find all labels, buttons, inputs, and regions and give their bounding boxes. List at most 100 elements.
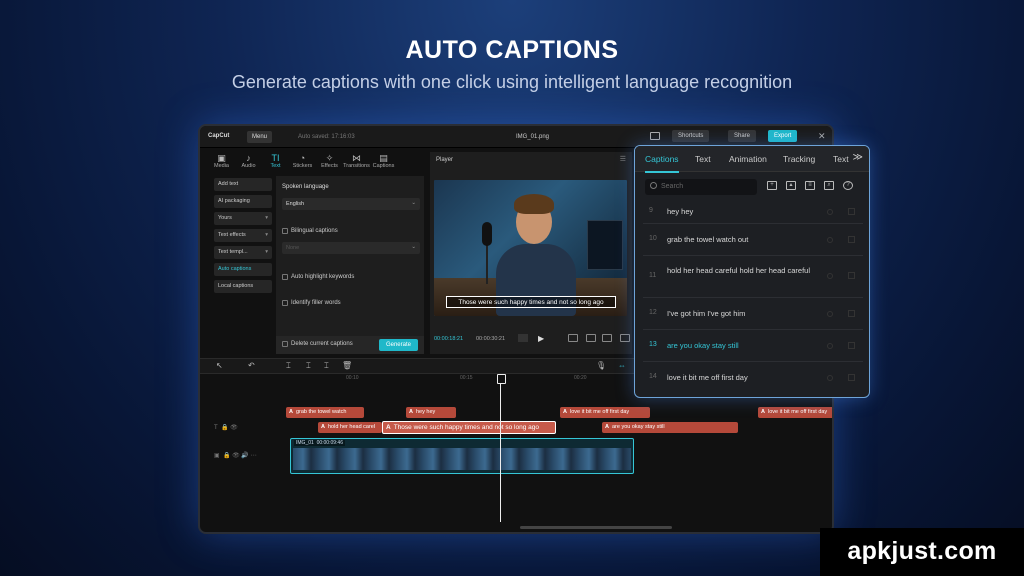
circle-icon[interactable] [827,237,833,243]
settings-footer: Delete current captions Generate [276,336,424,354]
menu-local-captions[interactable]: Local captions [214,280,272,293]
player-title: Player [436,157,454,163]
tab-text[interactable]: Text [695,154,711,164]
delete-icon[interactable] [848,310,855,317]
delete-icon[interactable] [848,342,855,349]
circle-icon[interactable] [827,209,833,215]
tab-tracking[interactable]: Tracking [783,154,815,164]
circle-icon[interactable] [827,375,833,381]
fullscreen-icon[interactable] [620,334,630,342]
microphone-icon[interactable]: 🎙 [596,361,606,370]
share-button[interactable]: Share [728,130,757,142]
spoken-language-select[interactable]: English ⌄ [282,198,420,210]
focus-icon[interactable] [586,334,596,342]
timeline-scrollbar[interactable] [520,526,672,529]
caption-clip[interactable]: Ahey hey [406,407,456,418]
more-tabs-icon[interactable]: ≫ [853,152,863,163]
menu-text-effects[interactable]: Text effects ▾ [214,229,272,242]
caption-clip[interactable]: Ahold her head carel [318,422,382,433]
find-replace-icon[interactable]: ⌕ [824,181,834,190]
circle-icon[interactable] [827,311,833,317]
checkbox-icon [282,274,288,280]
play-icon[interactable]: ▶ [538,334,544,343]
delete-icon[interactable] [848,236,855,243]
sticker-icon: ◔ [299,153,306,163]
link-icon[interactable]: ⇔ [618,361,626,370]
video-track-header-icon: ▣ 🔒 👁 🔊 ⋯ [214,453,257,459]
circle-icon[interactable] [827,273,833,279]
export-button[interactable]: Export [768,130,798,142]
tab-text[interactable]: TI Text [262,150,289,174]
list-item-active[interactable]: 13 are you okay stay still [643,330,863,362]
menu-auto-captions[interactable]: Auto captions [214,263,272,276]
bilingual-checkbox[interactable]: Bilingual captions [282,228,338,234]
list-item[interactable]: 9 hey hey [643,200,863,224]
caption-clip[interactable]: Alove it bit me off first day [758,407,832,418]
delete-captions-checkbox[interactable]: Delete current captions [282,341,353,347]
tab-effects[interactable]: ✧ Effects [316,150,343,174]
menu-ai-packaging[interactable]: AI packaging [214,195,272,208]
select-cursor-icon[interactable]: ↖ [216,361,223,370]
delete-icon[interactable] [848,208,855,215]
delete-icon[interactable] [848,374,855,381]
split-icon[interactable]: ⌶ [286,361,291,371]
image-caption-icon[interactable]: ▴ [786,181,796,190]
tab-audio[interactable]: ♪ Audio [235,150,262,174]
timecode-toggle-icon[interactable] [518,334,528,342]
menu-text-templates[interactable]: Text templ... ▾ [214,246,272,259]
watermark: apkjust.com [820,528,1024,576]
add-caption-icon[interactable]: + [767,181,777,190]
timeline-playhead[interactable] [497,374,506,522]
list-item[interactable]: 10 grab the towel watch out [643,224,863,256]
video-clip[interactable]: IMG_01 00:00:09:46 [290,438,634,474]
checkbox-icon [282,341,288,347]
video-clip-duration: 00:00:09:46 [316,440,343,446]
tab-text-more[interactable]: Text [833,154,849,164]
text-submenu: Add text AI packaging Yours ▾ Text effect… [214,178,272,297]
caption-clip[interactable]: Aare you okay stay still [602,422,738,433]
split-left-icon[interactable]: ⌶ [306,361,311,371]
tab-transitions[interactable]: ⋈ Transitions [343,150,370,174]
highlight-keywords-checkbox[interactable]: Auto highlight keywords [282,274,354,280]
tab-captions[interactable]: Captions [645,154,679,173]
delete-icon[interactable]: 🗑 [342,361,352,370]
menu-add-text[interactable]: Add text [214,178,272,191]
menu-yours[interactable]: Yours ▾ [214,212,272,225]
list-item[interactable]: 11 hold her head careful hold her head c… [643,256,863,298]
aspect-ratio-icon[interactable] [602,334,612,342]
screenshot-icon[interactable] [568,334,578,342]
circle-icon[interactable] [827,343,833,349]
tab-animation[interactable]: Animation [729,154,767,164]
autosave-status: Auto saved: 17:16:03 [298,134,355,140]
sort-icon[interactable]: ≡ [805,181,815,190]
chevron-down-icon: ▾ [265,232,268,238]
tab-media[interactable]: ▣ Media [208,150,235,174]
audio-icon: ♪ [246,153,251,163]
caption-clip[interactable]: Agrab the towel watch [286,407,364,418]
caption-clip[interactable]: Alove it bit me off first day [560,407,650,418]
generate-button[interactable]: Generate [378,339,418,351]
list-item[interactable]: 12 I've got him I've got him [643,298,863,330]
menu-button[interactable]: Menu [247,131,273,143]
monitor-icon[interactable] [650,132,660,140]
filler-words-checkbox[interactable]: Identify filler words [282,300,341,306]
chevron-down-icon: ⌄ [411,200,416,206]
split-right-icon[interactable]: ⌶ [324,361,329,371]
checkbox-icon [282,228,288,234]
delete-icon[interactable] [848,272,855,279]
video-preview[interactable]: Those were such happy times and not so l… [434,180,627,316]
tab-captions[interactable]: ▤ Captions [370,150,397,174]
list-item[interactable]: 14 love it bit me off first day [643,362,863,394]
close-icon[interactable]: ✕ [818,131,826,142]
tab-stickers[interactable]: ◔ Stickers [289,150,316,174]
preview-caption[interactable]: Those were such happy times and not so l… [446,296,616,308]
chevron-down-icon: ▾ [265,249,268,255]
help-icon[interactable]: ? [843,181,853,190]
project-title: IMG_01.png [516,134,550,140]
shortcuts-button[interactable]: Shortcuts [672,130,710,142]
hamburger-icon[interactable]: ☰ [620,155,626,163]
undo-icon[interactable]: ↶ [248,361,255,370]
chevron-down-icon: ⌄ [411,244,416,250]
caption-search-input[interactable]: Search [645,179,757,195]
caption-clip-selected[interactable]: A Those were such happy times and not so … [382,421,556,434]
